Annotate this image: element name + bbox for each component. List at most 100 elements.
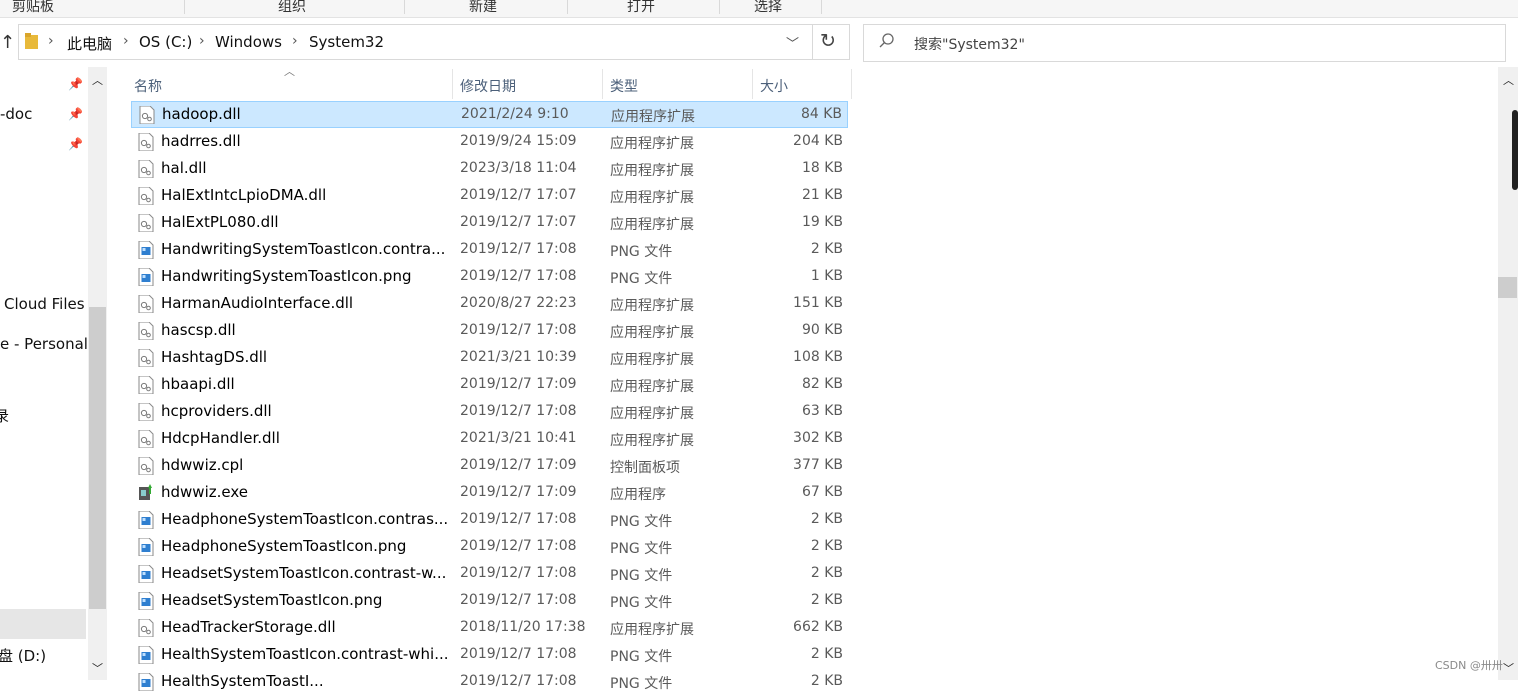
file-row[interactable]: hascsp.dll 2019/12/7 17:08 应用程序扩展 90 KB [131, 318, 848, 345]
breadcrumb-system32[interactable]: System32 [309, 33, 384, 51]
ribbon-group-organize[interactable]: 组织 [278, 0, 306, 16]
file-type: PNG 文件 [610, 541, 673, 557]
ribbon-separator [404, 0, 405, 14]
watermark: CSDN @卅卅 [1435, 659, 1503, 672]
file-size: 90 KB [801, 322, 843, 338]
file-row[interactable]: hadoop.dll 2021/2/24 9:10 应用程序扩展 84 KB [131, 101, 848, 128]
file-type: PNG 文件 [610, 271, 673, 287]
nav-scrollbar-thumb[interactable] [89, 307, 106, 609]
file-type: 应用程序扩展 [610, 433, 694, 449]
file-date: 2021/3/21 10:39 [460, 349, 577, 365]
file-row[interactable]: HealthSystemToastI... 2019/12/7 17:08 PNG … [131, 669, 848, 696]
scroll-up-icon[interactable]: ︿ [92, 72, 103, 88]
ribbon-group-select[interactable]: 选择 [754, 0, 782, 16]
refresh-icon[interactable]: ↻ [820, 30, 836, 52]
up-arrow-icon[interactable]: ↑ [0, 32, 15, 53]
file-name: HealthSystemToastIcon.contrast-whi... [161, 645, 449, 663]
file-size: 2 KB [810, 565, 843, 581]
file-size: 2 KB [810, 511, 843, 527]
file-name: HeadphoneSystemToastIcon.contras... [161, 510, 449, 528]
file-date: 2019/12/7 17:08 [460, 538, 577, 554]
chevron-right-icon[interactable]: › [123, 33, 129, 49]
chevron-right-icon[interactable]: › [199, 33, 205, 49]
file-row[interactable]: HdcpHandler.dll 2021/3/21 10:41 应用程序扩展 302 … [131, 426, 848, 453]
file-row[interactable]: hadrres.dll 2019/9/24 15:09 应用程序扩展 204 KB [131, 129, 848, 156]
pin-icon[interactable]: 📌 [68, 77, 83, 91]
breadcrumb-os-c[interactable]: OS (C:) [139, 33, 192, 51]
file-row[interactable]: HeadsetSystemToastIcon.png 2019/12/7 17:0… [131, 588, 848, 615]
file-size: 19 KB [801, 214, 843, 230]
file-row[interactable]: HashtagDS.dll 2021/3/21 10:39 应用程序扩展 108 KB [131, 345, 848, 372]
file-size: 63 KB [801, 403, 843, 419]
chevron-right-icon[interactable]: › [292, 33, 298, 49]
ribbon-group-clipboard[interactable]: 剪贴板 [12, 0, 54, 16]
column-header-date[interactable]: 修改日期 [460, 76, 516, 96]
nav-item-doc[interactable]: -doc [0, 105, 32, 123]
file-row[interactable]: HealthSystemToastIcon.contrast-whi... 201… [131, 642, 848, 669]
file-name: hadrres.dll [161, 132, 241, 150]
file-row[interactable]: hal.dll 2023/3/18 11:04 应用程序扩展 18 KB [131, 156, 848, 183]
column-separator[interactable] [452, 69, 453, 99]
file-row[interactable]: hcproviders.dll 2019/12/7 17:08 应用程序扩展 63 K… [131, 399, 848, 426]
scroll-down-icon[interactable]: ﹀ [92, 660, 103, 676]
ribbon-group-open[interactable]: 打开 [627, 0, 655, 16]
scroll-down-icon[interactable]: ﹀ [1503, 660, 1514, 676]
breadcrumb-windows[interactable]: Windows [215, 33, 282, 51]
chevron-right-icon[interactable]: › [48, 33, 54, 49]
nav-item-cloud-files[interactable]: Cloud Files [4, 295, 85, 313]
column-separator[interactable] [602, 69, 603, 99]
file-name: HalExtIntcLpioDMA.dll [161, 186, 327, 204]
file-name: hal.dll [161, 159, 207, 177]
nav-item-partial[interactable]: 录 [0, 405, 9, 426]
file-name: hbaapi.dll [161, 375, 235, 393]
column-header-type[interactable]: 类型 [610, 76, 638, 96]
scroll-up-icon[interactable]: ︿ [1503, 72, 1514, 88]
file-type: PNG 文件 [610, 568, 673, 584]
pin-icon[interactable]: 📌 [68, 137, 83, 151]
file-row[interactable]: HandwritingSystemToastIcon.png 2019/12/7 … [131, 264, 848, 291]
search-input[interactable]: 搜索"System32" [914, 34, 1025, 54]
column-separator[interactable] [752, 69, 753, 99]
column-header-name[interactable]: 名称 [134, 76, 162, 96]
file-row[interactable]: hdwwiz.exe 2019/12/7 17:09 应用程序 67 KB [131, 480, 848, 507]
file-list-scrollbar-thumb[interactable] [1498, 277, 1517, 298]
file-date: 2018/11/20 17:38 [460, 619, 586, 635]
file-row[interactable]: hbaapi.dll 2019/12/7 17:09 应用程序扩展 82 KB [131, 372, 848, 399]
file-type: 应用程序扩展 [610, 163, 694, 179]
file-type: PNG 文件 [610, 595, 673, 611]
file-row[interactable]: hdwwiz.cpl 2019/12/7 17:09 控制面板项 377 KB [131, 453, 848, 480]
file-size: 82 KB [801, 376, 843, 392]
file-type: 应用程序 [610, 487, 666, 503]
dll-file-icon [138, 348, 154, 368]
dll-file-icon [138, 132, 154, 152]
ribbon-group-new[interactable]: 新建 [469, 0, 497, 16]
dll-file-icon [138, 186, 154, 206]
file-size: 204 KB [793, 133, 843, 149]
file-size: 2 KB [810, 538, 843, 554]
png-file-icon [138, 267, 154, 287]
nav-item-drive-d[interactable]: 盘 (D:) [0, 645, 46, 666]
file-row[interactable]: HeadphoneSystemToastIcon.contras... 2019/… [131, 507, 848, 534]
ribbon-separator [719, 0, 720, 14]
file-date: 2019/12/7 17:08 [460, 241, 577, 257]
file-row[interactable]: HalExtIntcLpioDMA.dll 2019/12/7 17:07 应用程序… [131, 183, 848, 210]
exe-file-icon [138, 484, 154, 502]
file-name: hdwwiz.exe [161, 483, 248, 501]
file-row[interactable]: HeadTrackerStorage.dll 2018/11/20 17:38 应用… [131, 615, 848, 642]
file-size: 2 KB [810, 241, 843, 257]
file-row[interactable]: HarmanAudioInterface.dll 2020/8/27 22:23 应… [131, 291, 848, 318]
file-type: 应用程序扩展 [610, 352, 694, 368]
file-row[interactable]: HeadphoneSystemToastIcon.png 2019/12/7 17… [131, 534, 848, 561]
file-type: 应用程序扩展 [610, 406, 694, 422]
chevron-down-icon[interactable]: ﹀ [786, 33, 799, 52]
file-name: HandwritingSystemToastIcon.contra... [161, 240, 446, 258]
column-header-size[interactable]: 大小 [760, 76, 788, 96]
file-row[interactable]: HeadsetSystemToastIcon.contrast-w... 2019… [131, 561, 848, 588]
pin-icon[interactable]: 📌 [68, 107, 83, 121]
file-row[interactable]: HalExtPL080.dll 2019/12/7 17:07 应用程序扩展 19 K… [131, 210, 848, 237]
file-row[interactable]: HandwritingSystemToastIcon.contra... 2019… [131, 237, 848, 264]
file-name: HeadphoneSystemToastIcon.png [161, 537, 407, 555]
file-type: PNG 文件 [610, 244, 673, 260]
nav-item-onedrive-personal[interactable]: e - Personal [0, 335, 88, 353]
breadcrumb-this-pc[interactable]: 此电脑 [67, 33, 112, 54]
